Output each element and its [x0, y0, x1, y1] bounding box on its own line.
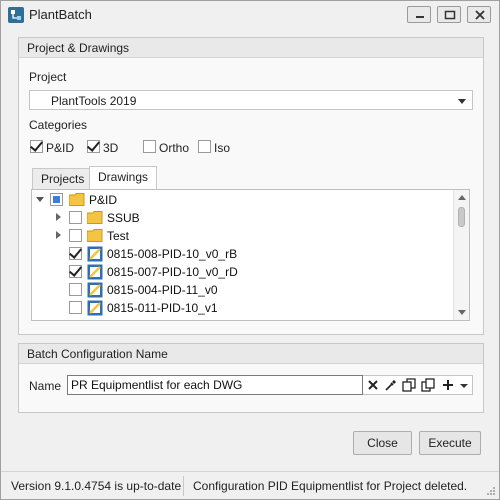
category-3d-checkbox[interactable] — [87, 140, 100, 153]
config-name-field[interactable] — [67, 375, 363, 395]
project-drawings-header: Project & Drawings — [19, 38, 483, 58]
minimize-button[interactable] — [407, 6, 431, 23]
copy-icon[interactable] — [401, 377, 417, 393]
app-icon — [8, 7, 24, 23]
chevron-down-icon[interactable] — [456, 377, 472, 393]
name-field-toolbar — [363, 375, 473, 395]
tree-row[interactable]: 0815-004-PID-11_v0 — [32, 281, 452, 299]
status-message: Configuration PID Equipmentlist for Proj… — [193, 479, 468, 493]
tree-checkbox[interactable] — [69, 265, 82, 278]
plantbatch-window: PlantBatch Project & Drawings Project Pl… — [0, 0, 500, 500]
title-bar[interactable]: PlantBatch — [1, 1, 499, 29]
drawing-icon — [87, 300, 103, 316]
duplicate-icon[interactable] — [420, 377, 436, 393]
category-ortho-label: Ortho — [159, 141, 190, 155]
drawing-icon — [87, 282, 103, 298]
category-ortho-checkbox[interactable] — [143, 140, 156, 153]
tree-row[interactable]: Test — [32, 227, 452, 245]
tree-row[interactable]: 0815-007-PID-10_v0_rD — [32, 263, 452, 281]
scroll-up-icon[interactable] — [458, 195, 466, 200]
chevron-down-icon — [458, 99, 466, 104]
tree-checkbox[interactable] — [69, 211, 82, 224]
category-iso-label: Iso — [214, 141, 231, 155]
category-3d-label: 3D — [103, 141, 119, 155]
tree-checkbox[interactable] — [69, 247, 82, 260]
tree-row[interactable]: P&ID — [32, 191, 452, 209]
chevron-right-icon[interactable] — [56, 231, 61, 239]
tree-vertical-scrollbar[interactable] — [453, 190, 469, 320]
project-dropdown[interactable]: PlantTools 2019 — [29, 90, 473, 110]
name-label: Name — [29, 379, 62, 393]
tree-item-label: 0815-011-PID-10_v1 — [107, 301, 218, 315]
category-pid-checkbox[interactable] — [30, 140, 43, 153]
categories-label: Categories — [29, 118, 88, 132]
tree-item-label: SSUB — [107, 211, 140, 225]
execute-button[interactable]: Execute — [419, 431, 481, 455]
tree-item-label: 0815-004-PID-11_v0 — [107, 283, 218, 297]
tree-checkbox[interactable] — [69, 283, 82, 296]
scroll-thumb[interactable] — [458, 207, 465, 227]
chevron-right-icon[interactable] — [56, 213, 61, 221]
tree-row[interactable]: 0815-011-PID-10_v1 — [32, 299, 452, 317]
resize-grip-icon[interactable] — [486, 486, 496, 496]
version-status: Version 9.1.0.4754 is up-to-date — [11, 479, 182, 493]
project-label: Project — [29, 70, 67, 84]
scroll-down-icon[interactable] — [458, 310, 466, 315]
batch-config-header: Batch Configuration Name — [19, 344, 483, 364]
project-dropdown-value: PlantTools 2019 — [51, 94, 137, 108]
status-bar: Version 9.1.0.4754 is up-to-date Configu… — [1, 471, 499, 499]
tab-projects[interactable]: Projects — [32, 168, 94, 190]
clear-icon[interactable] — [365, 377, 381, 393]
chevron-down-icon[interactable] — [36, 197, 44, 202]
status-separator — [183, 476, 184, 496]
add-icon[interactable] — [440, 377, 456, 393]
folder-icon — [87, 229, 103, 242]
tree-item-label: 0815-008-PID-10_v0_rB — [107, 247, 238, 261]
folder-icon — [87, 211, 103, 224]
window-title: PlantBatch — [29, 7, 92, 22]
close-button[interactable]: Close — [353, 431, 412, 455]
tree-item-label: P&ID — [89, 193, 118, 207]
category-pid-label: P&ID — [46, 141, 75, 155]
folder-icon — [69, 193, 85, 206]
eyedropper-icon[interactable] — [383, 377, 399, 393]
tree-item-label: 0815-007-PID-10_v0_rD — [107, 265, 238, 279]
drawing-icon — [87, 264, 103, 280]
tree-row[interactable]: 0815-008-PID-10_v0_rB — [32, 245, 452, 263]
tree-item-label: Test — [107, 229, 130, 243]
tree-row[interactable]: SSUB — [32, 209, 452, 227]
tree-checkbox[interactable] — [50, 193, 63, 206]
drawing-icon — [87, 246, 103, 262]
tree-checkbox[interactable] — [69, 229, 82, 242]
tab-drawings[interactable]: Drawings — [89, 166, 158, 190]
category-iso-checkbox[interactable] — [198, 140, 211, 153]
config-name-input[interactable] — [68, 376, 362, 394]
maximize-button[interactable] — [437, 6, 461, 23]
close-window-button[interactable] — [467, 6, 491, 23]
drawings-tree[interactable]: P&ID SSUB Test 0815-008-PID-10_v0_rB 081… — [31, 189, 470, 321]
tree-checkbox[interactable] — [69, 301, 82, 314]
